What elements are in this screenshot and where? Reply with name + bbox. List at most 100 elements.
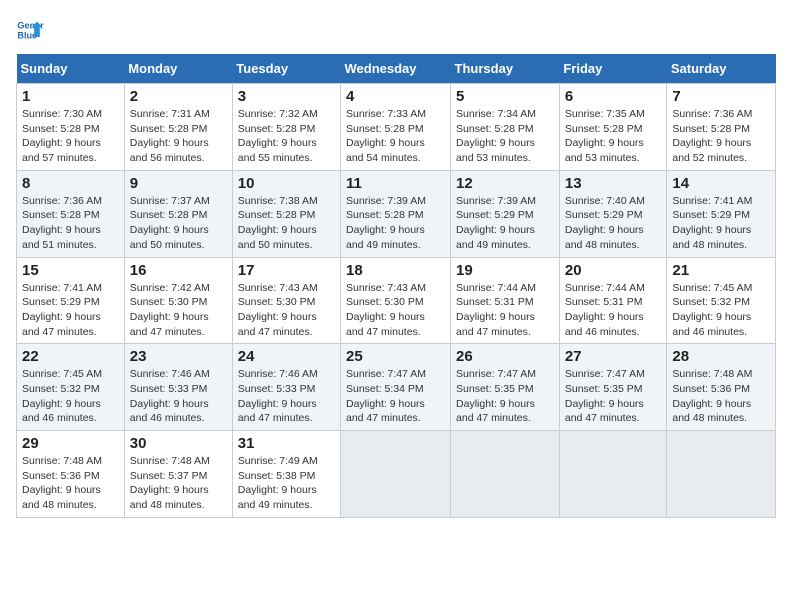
day-info: Sunrise: 7:30 AM Sunset: 5:28 PM Dayligh… [22, 107, 119, 166]
header-row: SundayMondayTuesdayWednesdayThursdayFrid… [17, 54, 776, 84]
day-number: 26 [456, 348, 554, 365]
day-number: 8 [22, 175, 119, 192]
calendar-cell: 22 Sunrise: 7:45 AM Sunset: 5:32 PM Dayl… [17, 344, 125, 431]
calendar-cell: 28 Sunrise: 7:48 AM Sunset: 5:36 PM Dayl… [667, 344, 776, 431]
week-row-2: 8 Sunrise: 7:36 AM Sunset: 5:28 PM Dayli… [17, 170, 776, 257]
day-info: Sunrise: 7:36 AM Sunset: 5:28 PM Dayligh… [672, 107, 770, 166]
calendar-cell: 15 Sunrise: 7:41 AM Sunset: 5:29 PM Dayl… [17, 257, 125, 344]
calendar-cell: 10 Sunrise: 7:38 AM Sunset: 5:28 PM Dayl… [232, 170, 340, 257]
day-number: 22 [22, 348, 119, 365]
calendar-cell: 16 Sunrise: 7:42 AM Sunset: 5:30 PM Dayl… [124, 257, 232, 344]
calendar-cell: 12 Sunrise: 7:39 AM Sunset: 5:29 PM Dayl… [451, 170, 560, 257]
calendar-cell: 25 Sunrise: 7:47 AM Sunset: 5:34 PM Dayl… [341, 344, 451, 431]
day-info: Sunrise: 7:46 AM Sunset: 5:33 PM Dayligh… [130, 367, 227, 426]
day-info: Sunrise: 7:36 AM Sunset: 5:28 PM Dayligh… [22, 194, 119, 253]
calendar-cell: 5 Sunrise: 7:34 AM Sunset: 5:28 PM Dayli… [451, 84, 560, 171]
day-info: Sunrise: 7:32 AM Sunset: 5:28 PM Dayligh… [238, 107, 335, 166]
day-info: Sunrise: 7:40 AM Sunset: 5:29 PM Dayligh… [565, 194, 662, 253]
day-number: 29 [22, 435, 119, 452]
day-number: 9 [130, 175, 227, 192]
col-header-sunday: Sunday [17, 54, 125, 84]
day-info: Sunrise: 7:48 AM Sunset: 5:36 PM Dayligh… [22, 454, 119, 513]
day-number: 5 [456, 88, 554, 105]
col-header-saturday: Saturday [667, 54, 776, 84]
day-info: Sunrise: 7:37 AM Sunset: 5:28 PM Dayligh… [130, 194, 227, 253]
day-info: Sunrise: 7:45 AM Sunset: 5:32 PM Dayligh… [22, 367, 119, 426]
day-info: Sunrise: 7:41 AM Sunset: 5:29 PM Dayligh… [22, 281, 119, 340]
day-number: 21 [672, 262, 770, 279]
day-number: 13 [565, 175, 662, 192]
day-number: 1 [22, 88, 119, 105]
day-number: 16 [130, 262, 227, 279]
day-info: Sunrise: 7:47 AM Sunset: 5:34 PM Dayligh… [346, 367, 445, 426]
day-number: 15 [22, 262, 119, 279]
col-header-thursday: Thursday [451, 54, 560, 84]
day-number: 6 [565, 88, 662, 105]
week-row-5: 29 Sunrise: 7:48 AM Sunset: 5:36 PM Dayl… [17, 431, 776, 518]
day-info: Sunrise: 7:44 AM Sunset: 5:31 PM Dayligh… [456, 281, 554, 340]
logo: General Blue [16, 16, 44, 44]
day-info: Sunrise: 7:39 AM Sunset: 5:28 PM Dayligh… [346, 194, 445, 253]
calendar-cell: 18 Sunrise: 7:43 AM Sunset: 5:30 PM Dayl… [341, 257, 451, 344]
calendar-table: SundayMondayTuesdayWednesdayThursdayFrid… [16, 54, 776, 518]
day-number: 18 [346, 262, 445, 279]
calendar-cell: 17 Sunrise: 7:43 AM Sunset: 5:30 PM Dayl… [232, 257, 340, 344]
day-number: 11 [346, 175, 445, 192]
calendar-cell [559, 431, 667, 518]
day-info: Sunrise: 7:47 AM Sunset: 5:35 PM Dayligh… [456, 367, 554, 426]
calendar-cell: 31 Sunrise: 7:49 AM Sunset: 5:38 PM Dayl… [232, 431, 340, 518]
day-info: Sunrise: 7:34 AM Sunset: 5:28 PM Dayligh… [456, 107, 554, 166]
day-number: 27 [565, 348, 662, 365]
day-number: 25 [346, 348, 445, 365]
day-number: 20 [565, 262, 662, 279]
day-number: 2 [130, 88, 227, 105]
col-header-wednesday: Wednesday [341, 54, 451, 84]
col-header-friday: Friday [559, 54, 667, 84]
day-info: Sunrise: 7:33 AM Sunset: 5:28 PM Dayligh… [346, 107, 445, 166]
calendar-cell: 21 Sunrise: 7:45 AM Sunset: 5:32 PM Dayl… [667, 257, 776, 344]
day-info: Sunrise: 7:31 AM Sunset: 5:28 PM Dayligh… [130, 107, 227, 166]
week-row-4: 22 Sunrise: 7:45 AM Sunset: 5:32 PM Dayl… [17, 344, 776, 431]
calendar-cell: 9 Sunrise: 7:37 AM Sunset: 5:28 PM Dayli… [124, 170, 232, 257]
day-number: 3 [238, 88, 335, 105]
day-number: 4 [346, 88, 445, 105]
page-header: General Blue [16, 16, 776, 44]
day-info: Sunrise: 7:42 AM Sunset: 5:30 PM Dayligh… [130, 281, 227, 340]
calendar-cell: 6 Sunrise: 7:35 AM Sunset: 5:28 PM Dayli… [559, 84, 667, 171]
calendar-cell [667, 431, 776, 518]
day-number: 23 [130, 348, 227, 365]
calendar-cell: 27 Sunrise: 7:47 AM Sunset: 5:35 PM Dayl… [559, 344, 667, 431]
calendar-cell: 2 Sunrise: 7:31 AM Sunset: 5:28 PM Dayli… [124, 84, 232, 171]
calendar-cell: 1 Sunrise: 7:30 AM Sunset: 5:28 PM Dayli… [17, 84, 125, 171]
col-header-tuesday: Tuesday [232, 54, 340, 84]
calendar-cell: 4 Sunrise: 7:33 AM Sunset: 5:28 PM Dayli… [341, 84, 451, 171]
day-info: Sunrise: 7:46 AM Sunset: 5:33 PM Dayligh… [238, 367, 335, 426]
day-info: Sunrise: 7:47 AM Sunset: 5:35 PM Dayligh… [565, 367, 662, 426]
calendar-cell: 29 Sunrise: 7:48 AM Sunset: 5:36 PM Dayl… [17, 431, 125, 518]
calendar-cell: 26 Sunrise: 7:47 AM Sunset: 5:35 PM Dayl… [451, 344, 560, 431]
svg-text:Blue: Blue [17, 30, 37, 40]
calendar-cell: 8 Sunrise: 7:36 AM Sunset: 5:28 PM Dayli… [17, 170, 125, 257]
calendar-cell: 30 Sunrise: 7:48 AM Sunset: 5:37 PM Dayl… [124, 431, 232, 518]
day-number: 30 [130, 435, 227, 452]
logo-icon: General Blue [16, 16, 44, 44]
day-number: 17 [238, 262, 335, 279]
day-info: Sunrise: 7:45 AM Sunset: 5:32 PM Dayligh… [672, 281, 770, 340]
day-info: Sunrise: 7:44 AM Sunset: 5:31 PM Dayligh… [565, 281, 662, 340]
calendar-cell: 20 Sunrise: 7:44 AM Sunset: 5:31 PM Dayl… [559, 257, 667, 344]
calendar-cell: 7 Sunrise: 7:36 AM Sunset: 5:28 PM Dayli… [667, 84, 776, 171]
day-number: 28 [672, 348, 770, 365]
day-info: Sunrise: 7:35 AM Sunset: 5:28 PM Dayligh… [565, 107, 662, 166]
calendar-cell [341, 431, 451, 518]
day-info: Sunrise: 7:49 AM Sunset: 5:38 PM Dayligh… [238, 454, 335, 513]
day-number: 7 [672, 88, 770, 105]
day-info: Sunrise: 7:39 AM Sunset: 5:29 PM Dayligh… [456, 194, 554, 253]
col-header-monday: Monday [124, 54, 232, 84]
week-row-1: 1 Sunrise: 7:30 AM Sunset: 5:28 PM Dayli… [17, 84, 776, 171]
day-info: Sunrise: 7:41 AM Sunset: 5:29 PM Dayligh… [672, 194, 770, 253]
day-info: Sunrise: 7:48 AM Sunset: 5:36 PM Dayligh… [672, 367, 770, 426]
calendar-cell: 11 Sunrise: 7:39 AM Sunset: 5:28 PM Dayl… [341, 170, 451, 257]
calendar-cell [451, 431, 560, 518]
day-info: Sunrise: 7:38 AM Sunset: 5:28 PM Dayligh… [238, 194, 335, 253]
calendar-cell: 23 Sunrise: 7:46 AM Sunset: 5:33 PM Dayl… [124, 344, 232, 431]
